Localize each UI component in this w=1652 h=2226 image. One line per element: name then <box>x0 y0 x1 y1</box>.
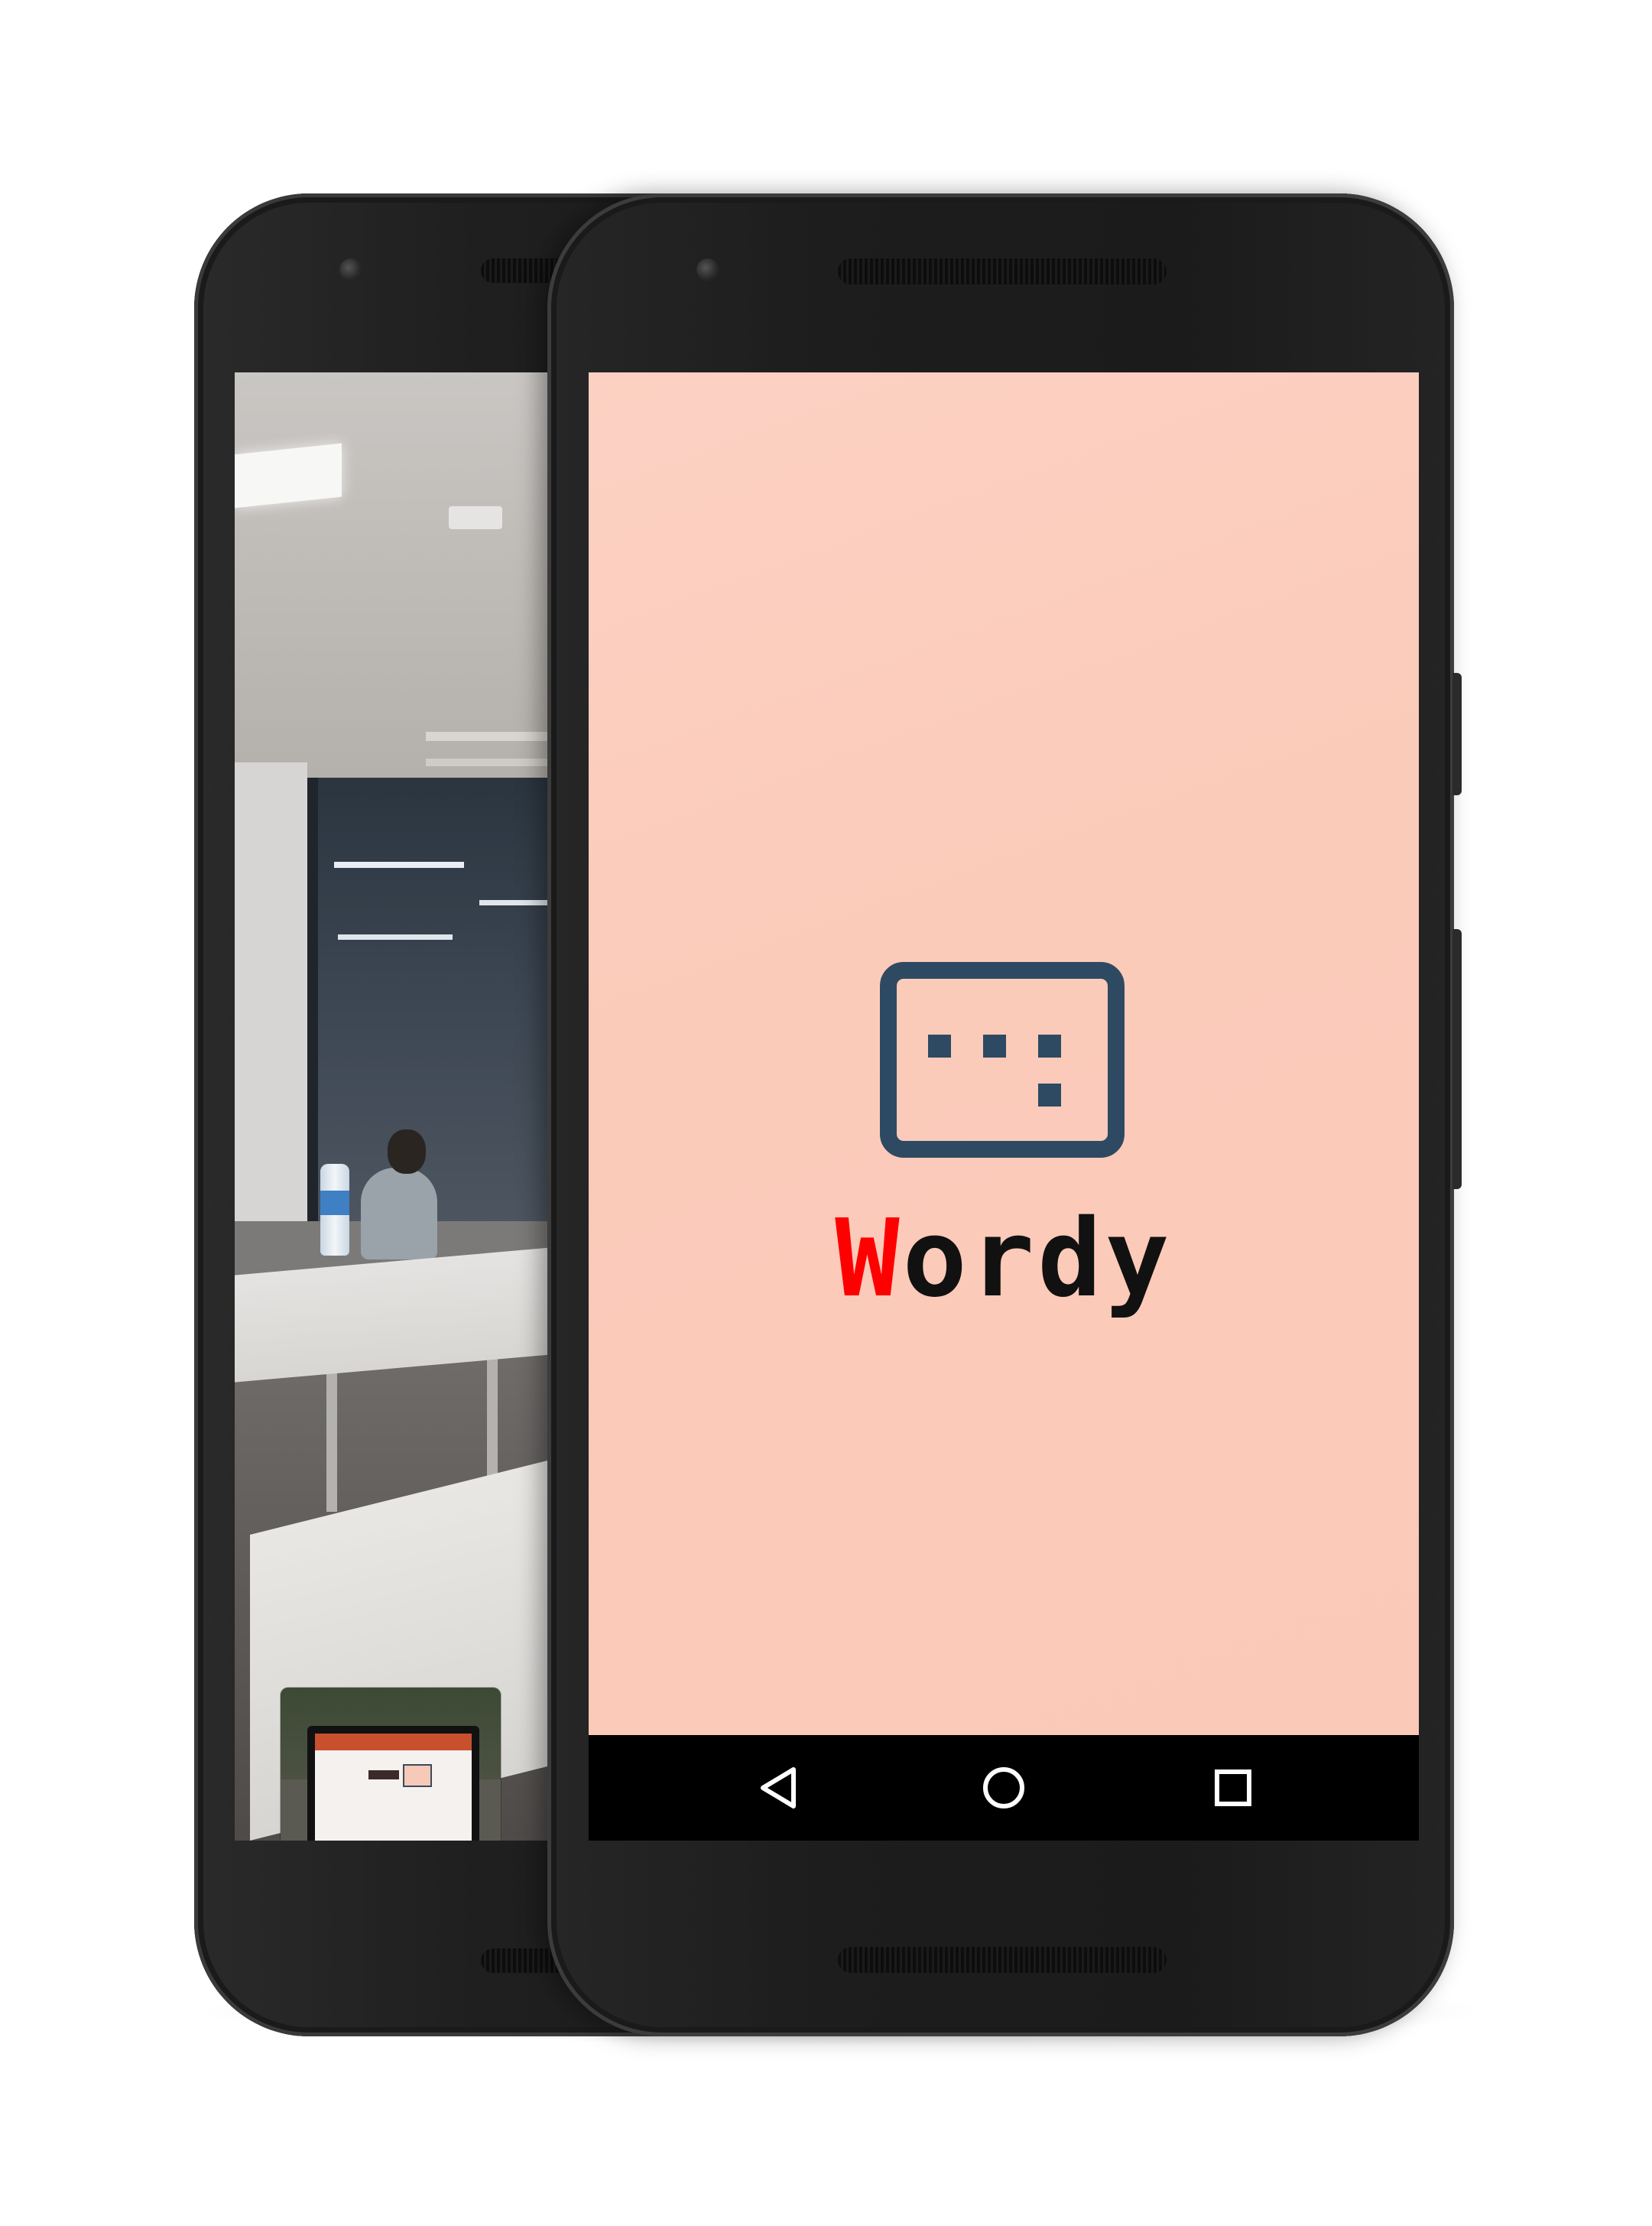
scene-ceiling-light <box>235 443 342 509</box>
back-triangle-icon <box>761 1767 796 1808</box>
bottom-speaker-grille <box>838 1947 1167 1973</box>
scene-window-light <box>338 934 453 940</box>
recents-square-icon <box>1215 1769 1251 1806</box>
home-circle-icon <box>983 1767 1024 1808</box>
app-name: Wordy <box>589 1206 1419 1313</box>
front-phone-screen: Wordy <box>589 372 1419 1841</box>
nav-home-button[interactable] <box>943 1735 1065 1841</box>
front-camera-icon <box>339 258 362 281</box>
nav-back-button[interactable] <box>719 1735 841 1841</box>
scene-desk-leg <box>487 1351 498 1489</box>
front-camera-icon <box>696 258 719 281</box>
scene-window-light <box>334 862 464 868</box>
power-button[interactable] <box>1452 673 1462 795</box>
scene-bottle-label <box>320 1191 349 1215</box>
top-speaker-grille <box>838 258 1167 284</box>
scene-window-frame <box>307 778 318 1221</box>
device-mockup-stage: mac Wordy <box>0 0 1652 2226</box>
splash-screen: Wordy <box>589 372 1419 1735</box>
nav-recents-button[interactable] <box>1172 1735 1294 1841</box>
app-name-first-letter: W <box>835 1197 903 1321</box>
scene-person-head <box>388 1129 426 1174</box>
subtitles-icon <box>880 962 1125 1158</box>
navigation-bar <box>589 1735 1419 1841</box>
app-name-rest: ordy <box>902 1197 1173 1321</box>
thumbnail-slide-icon <box>403 1764 432 1787</box>
thumbnail-slide-toolbar <box>315 1734 472 1750</box>
volume-button[interactable] <box>1452 929 1462 1189</box>
scene-desk-leg <box>326 1359 337 1512</box>
front-phone: Wordy <box>547 193 1454 2036</box>
scene-wall <box>235 762 307 1221</box>
scene-person <box>361 1168 437 1259</box>
capture-thumbnail[interactable]: mac <box>281 1688 501 1841</box>
scene-vent <box>449 506 502 529</box>
thumbnail-slide-title <box>368 1770 399 1779</box>
